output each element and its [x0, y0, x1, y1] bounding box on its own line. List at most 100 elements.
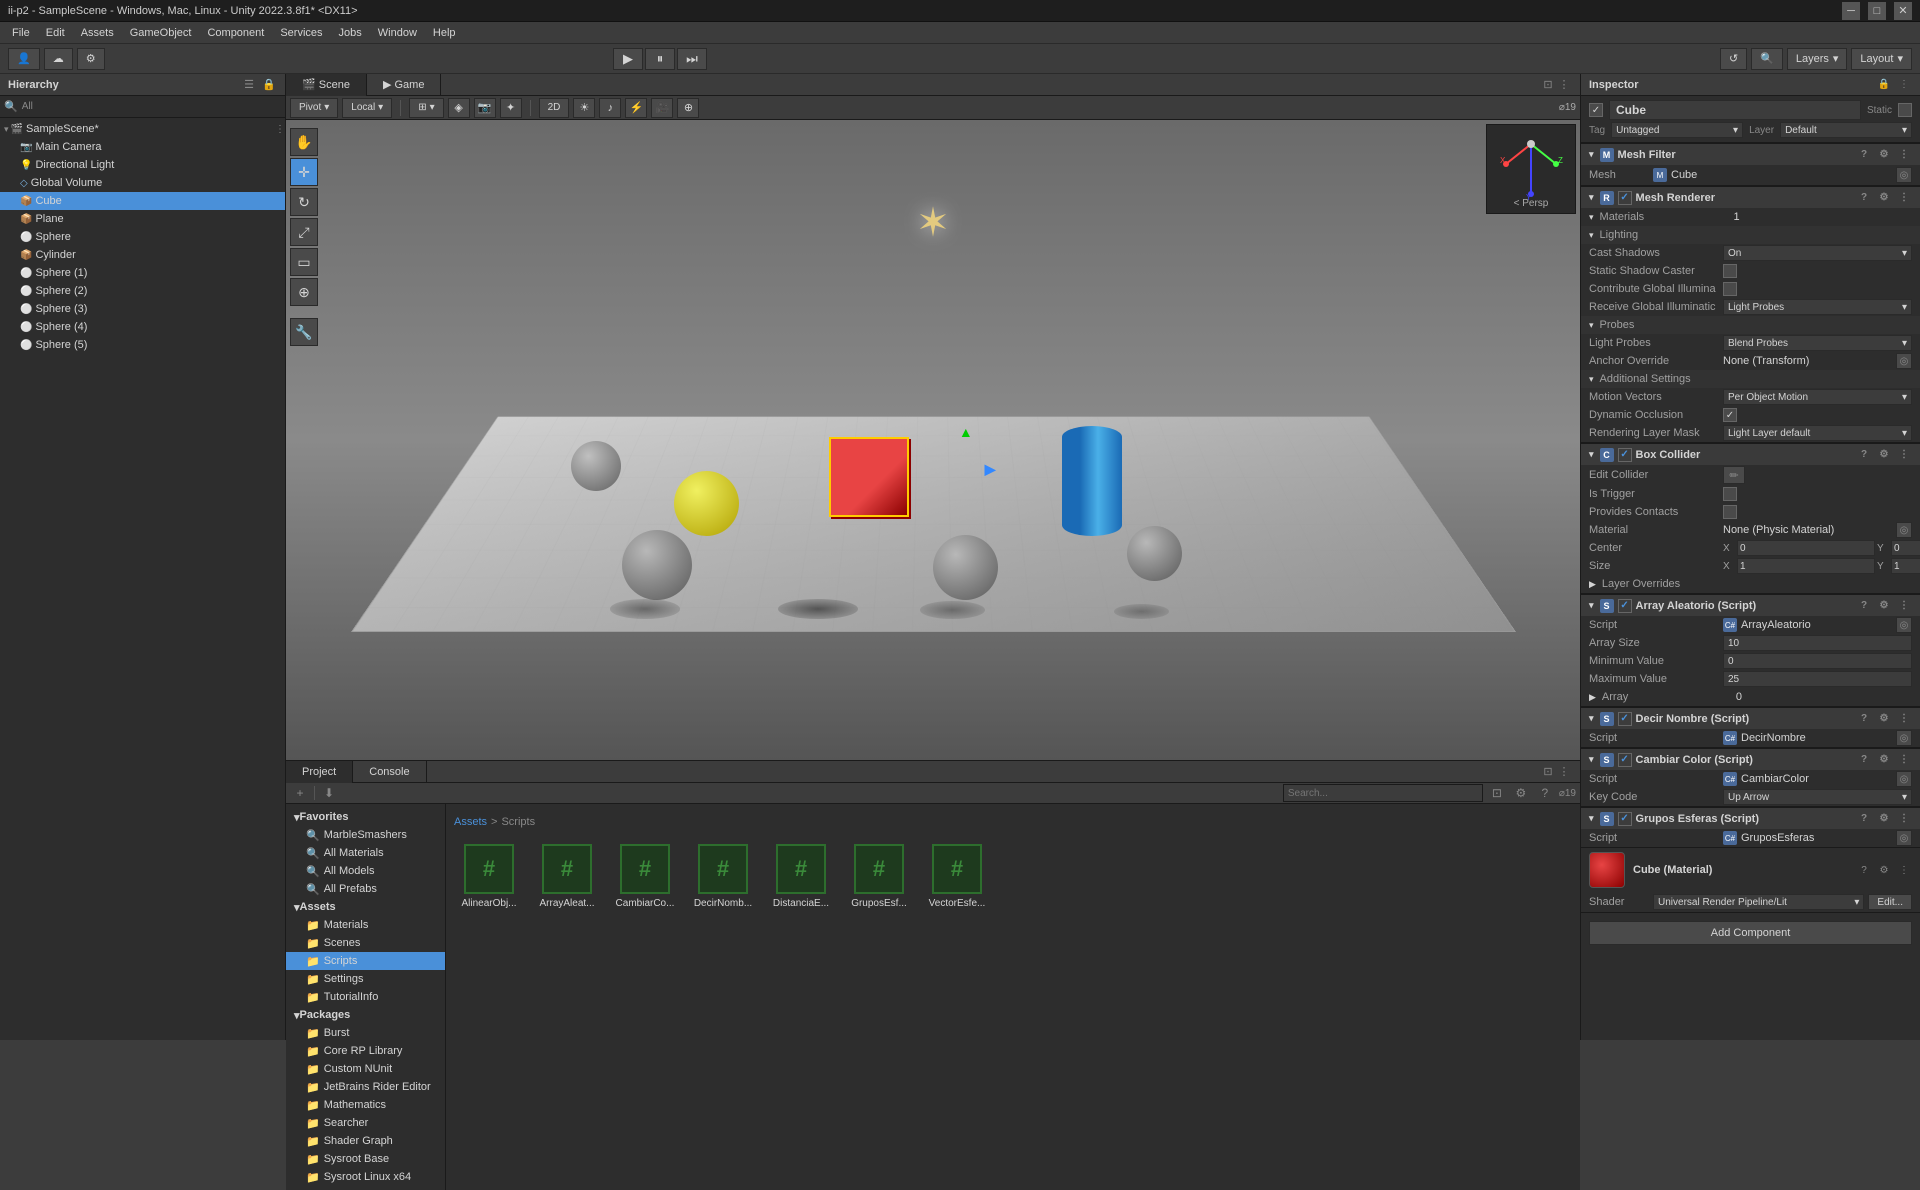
box-collider-header[interactable]: ▾ C ✓ Box Collider ? ⚙ ⋮ — [1581, 443, 1920, 465]
material-more-icon[interactable]: ⋮ — [1896, 862, 1912, 878]
audio-btn[interactable]: ♪ — [599, 98, 621, 118]
all-filter-label[interactable]: All — [22, 101, 33, 112]
gizmos2-btn[interactable]: ⊕ — [677, 98, 699, 118]
keycode-dropdown[interactable]: Up Arrow▾ — [1723, 789, 1912, 805]
menu-edit[interactable]: Edit — [38, 25, 73, 41]
box-collider-settings-icon[interactable]: ⚙ — [1876, 447, 1892, 463]
project-item-sysrootbase[interactable]: 📁Sysroot Base — [286, 1150, 445, 1168]
lighting-btn[interactable]: ☀ — [573, 98, 595, 118]
project-item-settings[interactable]: 📁Settings — [286, 970, 445, 988]
project-item-customnunit[interactable]: 📁Custom NUnit — [286, 1060, 445, 1078]
scene-more-icon[interactable]: ⋮ — [1556, 77, 1572, 93]
cambiar-color-settings-icon[interactable]: ⚙ — [1876, 752, 1892, 768]
bottom-lock-icon[interactable]: ⊡ — [1540, 764, 1556, 780]
is-trigger-checkbox[interactable] — [1723, 487, 1737, 501]
cambiar-color-header[interactable]: ▾ S ✓ Cambiar Color (Script) ? ⚙ ⋮ — [1581, 748, 1920, 770]
box-collider-enabled-checkbox[interactable]: ✓ — [1618, 448, 1632, 462]
step-button[interactable]: ⏭ — [677, 48, 707, 70]
project-import-btn[interactable]: ⬇ — [319, 783, 339, 803]
breadcrumb-scripts[interactable]: Scripts — [501, 816, 535, 828]
mesh-renderer-settings-icon[interactable]: ⚙ — [1876, 190, 1892, 206]
array-aleatorio-more-icon[interactable]: ⋮ — [1896, 598, 1912, 614]
hierarchy-item-globalvolume[interactable]: ◇ Global Volume — [0, 174, 285, 192]
menu-assets[interactable]: Assets — [73, 25, 122, 41]
collider-material-picker-btn[interactable]: ◎ — [1896, 522, 1912, 538]
play-button[interactable]: ▶ — [613, 48, 643, 70]
receive-gi-dropdown[interactable]: Light Probes▾ — [1723, 299, 1912, 315]
center-x-input[interactable] — [1737, 540, 1875, 556]
static-shadow-checkbox[interactable] — [1723, 264, 1737, 278]
mesh-renderer-help-icon[interactable]: ? — [1856, 190, 1872, 206]
rendering-layer-dropdown[interactable]: Light Layer default▾ — [1723, 425, 1912, 441]
size-y-input[interactable] — [1891, 558, 1920, 574]
project-item-scripts[interactable]: 📁Scripts — [286, 952, 445, 970]
grid-options-dropdown[interactable]: ⊞▾ — [409, 98, 443, 118]
project-item-searcher[interactable]: 📁Searcher — [286, 1114, 445, 1132]
shader-edit-btn[interactable]: Edit... — [1868, 894, 1912, 910]
file-arrayaleat[interactable]: # ArrayAleat... — [532, 840, 602, 913]
mesh-ref-picker-btn[interactable]: ◎ — [1896, 167, 1912, 183]
decir-nombre-enabled-checkbox[interactable]: ✓ — [1618, 712, 1632, 726]
cambiar-color-enabled-checkbox[interactable]: ✓ — [1618, 753, 1632, 767]
menu-services[interactable]: Services — [272, 25, 330, 41]
layout-dropdown[interactable]: Layout ▾ — [1851, 48, 1912, 70]
ge-script-picker-btn[interactable]: ◎ — [1896, 830, 1912, 846]
size-x-input[interactable] — [1737, 558, 1875, 574]
rotate-tool[interactable]: ↻ — [290, 188, 318, 216]
hand-tool[interactable]: ✋ — [290, 128, 318, 156]
scene-camera-btn[interactable]: 🎥 — [651, 98, 673, 118]
object-active-checkbox[interactable]: ✓ — [1589, 103, 1603, 117]
rect-tool[interactable]: ▭ — [290, 248, 318, 276]
grey-sphere-4[interactable] — [1127, 526, 1182, 581]
grey-sphere-2[interactable] — [622, 530, 692, 600]
array-aleatorio-header[interactable]: ▾ S ✓ Array Aleatorio (Script) ? ⚙ ⋮ — [1581, 594, 1920, 616]
grupos-esferas-enabled-checkbox[interactable]: ✓ — [1618, 812, 1632, 826]
mesh-renderer-enabled-checkbox[interactable]: ✓ — [1618, 191, 1632, 205]
mesh-renderer-more-icon[interactable]: ⋮ — [1896, 190, 1912, 206]
array-aleatorio-settings-icon[interactable]: ⚙ — [1876, 598, 1892, 614]
account-button[interactable]: 👤 — [8, 48, 40, 70]
cambiar-color-more-icon[interactable]: ⋮ — [1896, 752, 1912, 768]
project-settings-btn[interactable]: ⚙ — [1511, 783, 1531, 803]
inspector-lock-icon[interactable]: 🔒 — [1876, 77, 1892, 93]
menu-component[interactable]: Component — [199, 25, 272, 41]
scene-maximize-icon[interactable]: ⊡ — [1540, 77, 1556, 93]
anchor-ref-picker-btn[interactable]: ◎ — [1896, 353, 1912, 369]
light-probes-dropdown[interactable]: Blend Probes▾ — [1723, 335, 1912, 351]
menu-gameobject[interactable]: GameObject — [122, 25, 200, 41]
scale-tool[interactable]: ⤢ — [290, 218, 318, 246]
hierarchy-lock-icon[interactable]: 🔒 — [261, 77, 277, 93]
history-button[interactable]: ↺ — [1720, 48, 1747, 70]
project-item-burst[interactable]: 📁Burst — [286, 1024, 445, 1042]
file-alinearobj[interactable]: # AlinearObj... — [454, 840, 524, 913]
box-collider-help-icon[interactable]: ? — [1856, 447, 1872, 463]
material-swatch[interactable] — [1589, 852, 1625, 888]
file-cambiarcol[interactable]: # CambiarCo... — [610, 840, 680, 913]
mesh-filter-more-icon[interactable]: ⋮ — [1896, 147, 1912, 163]
aa-script-picker-btn[interactable]: ◎ — [1896, 617, 1912, 633]
hierarchy-item-maincamera[interactable]: 📷 Main Camera — [0, 138, 285, 156]
motion-vectors-dropdown[interactable]: Per Object Motion▾ — [1723, 389, 1912, 405]
decir-nombre-header[interactable]: ▾ S ✓ Decir Nombre (Script) ? ⚙ ⋮ — [1581, 707, 1920, 729]
pivot-dropdown[interactable]: Pivot▾ — [290, 98, 338, 118]
menu-file[interactable]: File — [4, 25, 38, 41]
hierarchy-item-directionallight[interactable]: 💡 Directional Light — [0, 156, 285, 174]
hierarchy-item-samplescene[interactable]: ▾ 🎬 SampleScene* ⋮ — [0, 120, 285, 138]
camera-icon-btn[interactable]: 📷 — [474, 98, 496, 118]
mesh-renderer-header[interactable]: ▾ R ✓ Mesh Renderer ? ⚙ ⋮ — [1581, 186, 1920, 208]
breadcrumb-assets[interactable]: Assets — [454, 816, 487, 828]
bottom-more-icon[interactable]: ⋮ — [1556, 764, 1572, 780]
file-vectoresfe[interactable]: # VectorEsfe... — [922, 840, 992, 913]
grupos-esferas-header[interactable]: ▾ S ✓ Grupos Esferas (Script) ? ⚙ ⋮ — [1581, 807, 1920, 829]
cloud-button[interactable]: ☁ — [44, 48, 73, 70]
tag-dropdown[interactable]: Untagged▾ — [1611, 122, 1743, 138]
move-tool[interactable]: ✛ — [290, 158, 318, 186]
project-item-scenes[interactable]: 📁Scenes — [286, 934, 445, 952]
add-component-button[interactable]: Add Component — [1589, 921, 1912, 945]
persp-label[interactable]: < Persp — [1487, 198, 1575, 209]
pause-button[interactable]: ⏸ — [645, 48, 675, 70]
packages-header[interactable]: ▾ Packages — [286, 1006, 445, 1024]
favorites-header[interactable]: ▾ Favorites — [286, 808, 445, 826]
array-aleatorio-enabled-checkbox[interactable]: ✓ — [1618, 599, 1632, 613]
decir-nombre-help-icon[interactable]: ? — [1856, 711, 1872, 727]
